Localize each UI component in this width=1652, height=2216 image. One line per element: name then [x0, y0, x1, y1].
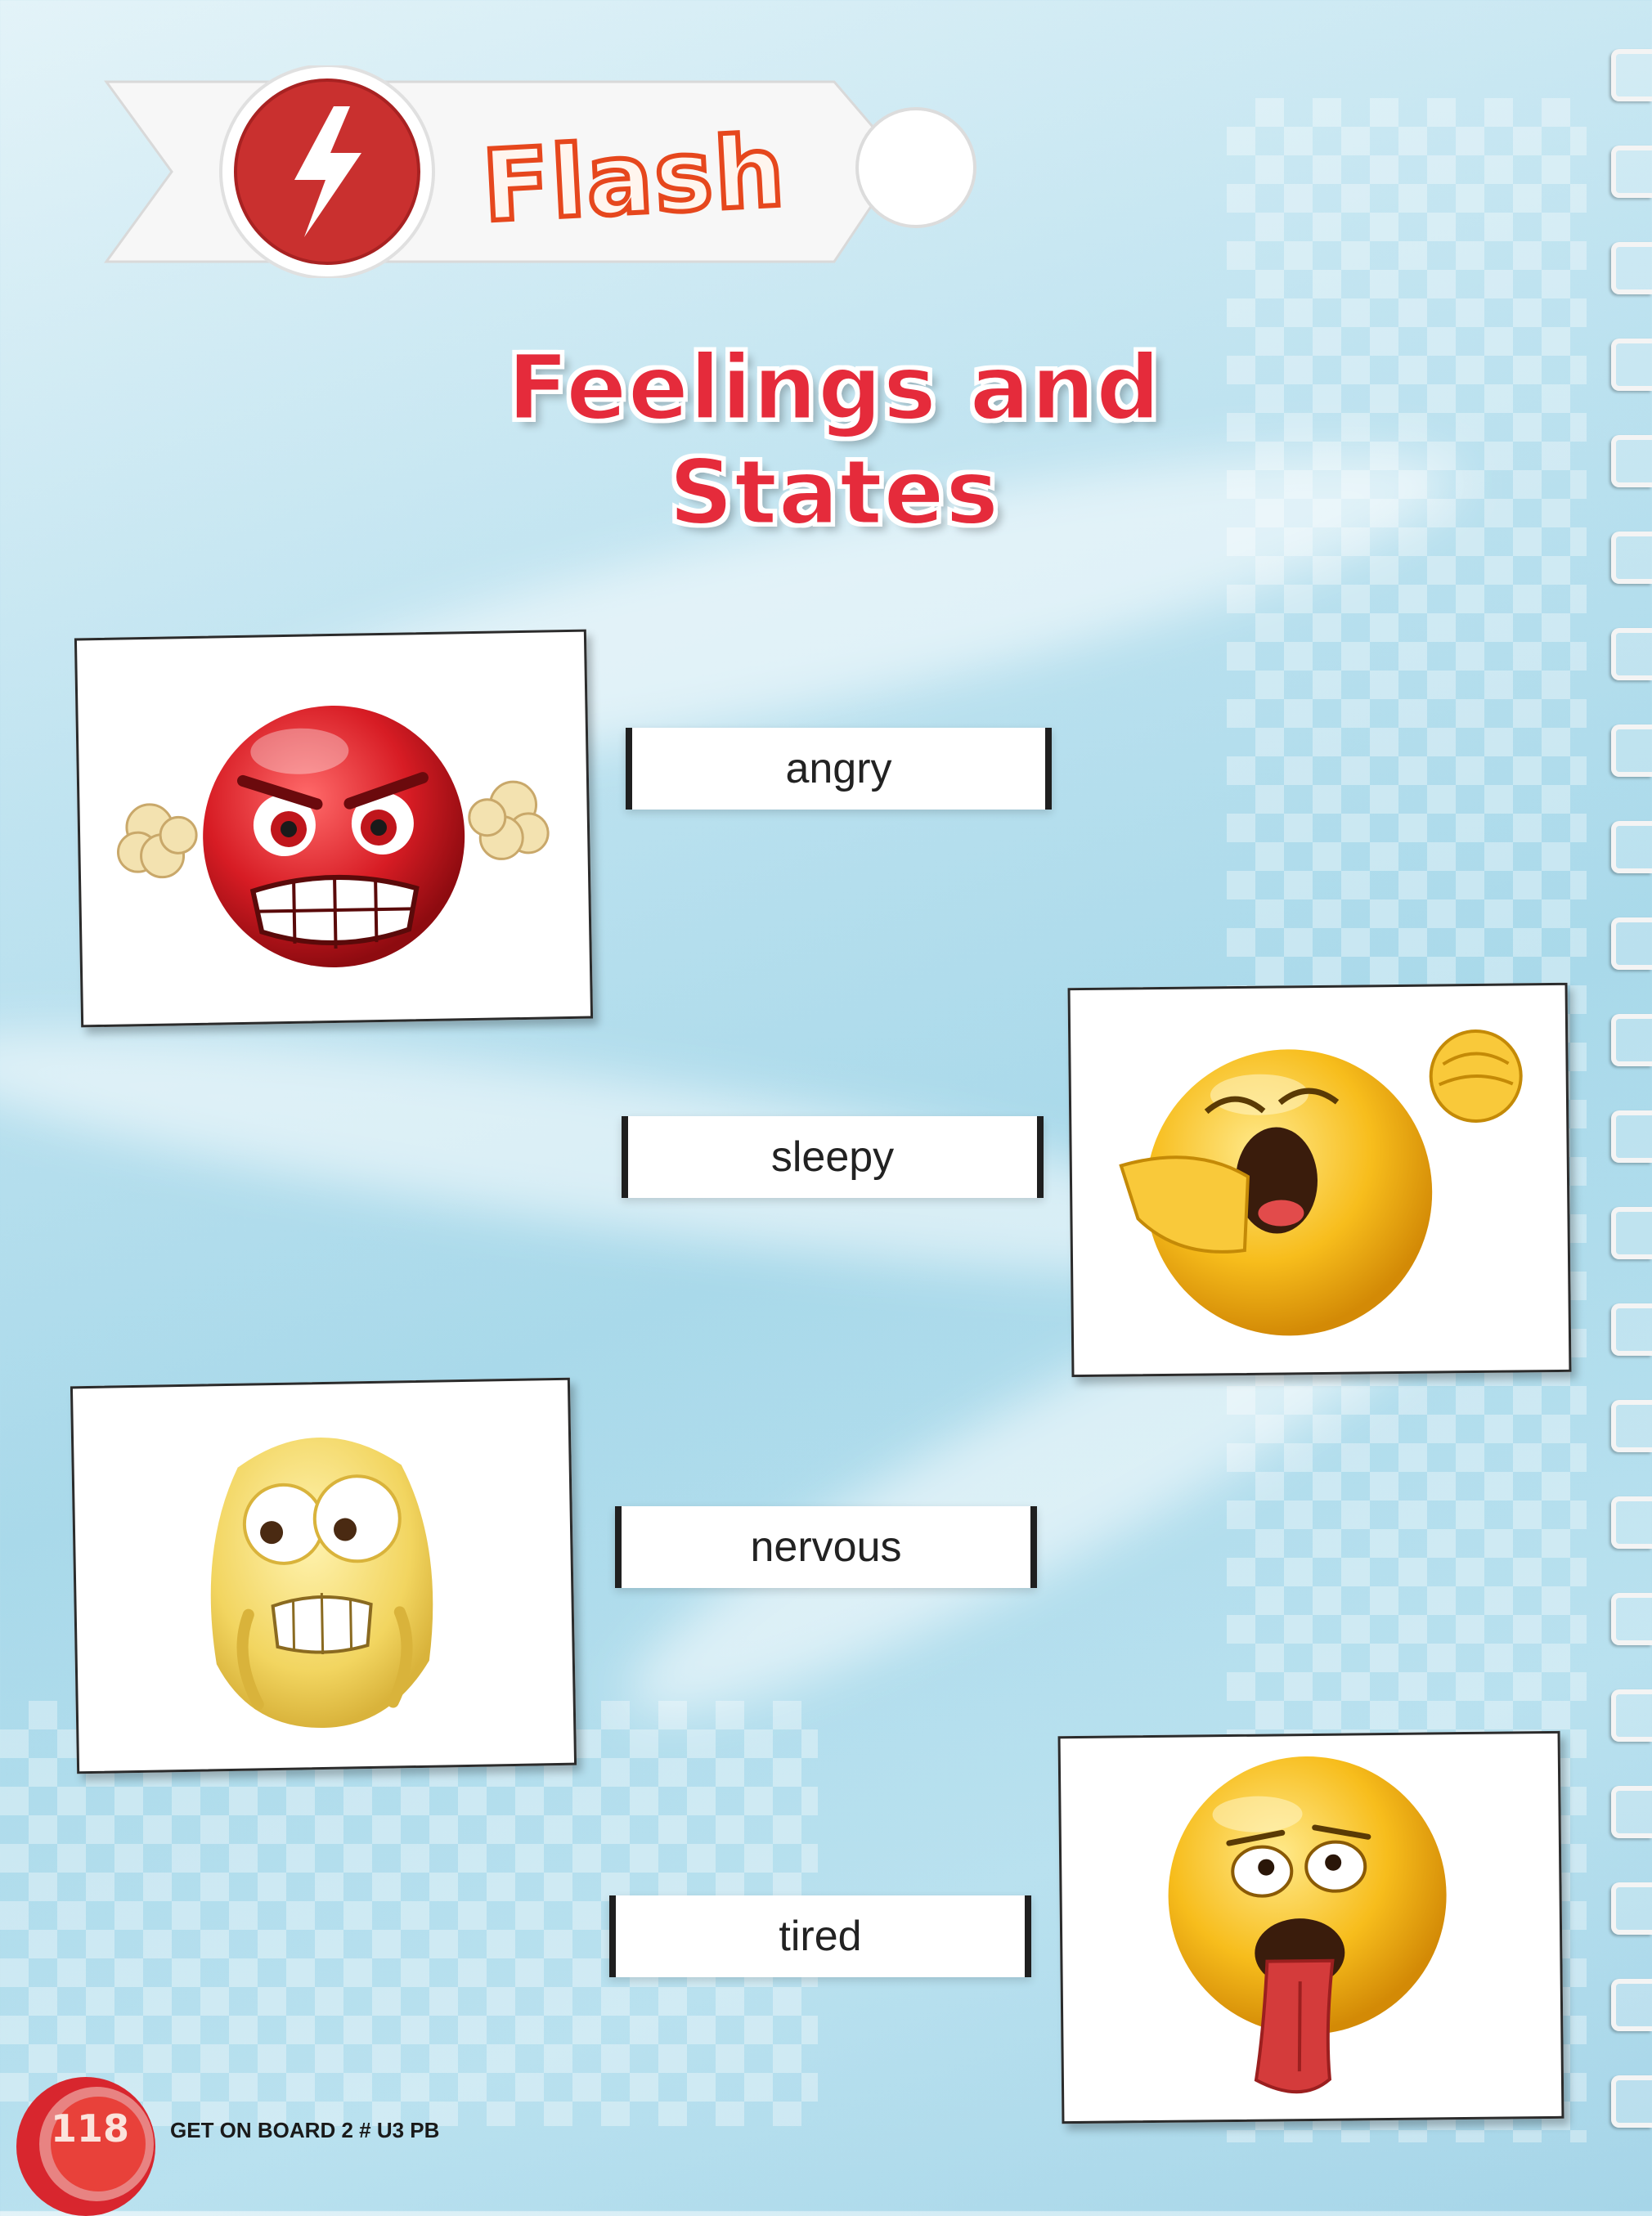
binding-ring: [1611, 1303, 1652, 1356]
binding-ring: [1611, 917, 1652, 970]
lightning-bolt-icon: [294, 106, 361, 237]
binding-ring: [1611, 628, 1652, 680]
binding-ring: [1611, 1786, 1652, 1838]
spiral-binding: [1603, 49, 1652, 2208]
flash-banner: Flash: [98, 65, 998, 278]
word-label-angry: angry: [626, 728, 1052, 810]
section-label: Flash: [478, 112, 792, 246]
binding-ring: [1611, 821, 1652, 873]
tired-card: [1057, 1730, 1564, 2124]
binding-ring: [1611, 1496, 1652, 1549]
binding-ring: [1611, 532, 1652, 584]
word-text: sleepy: [770, 1133, 895, 1181]
binding-ring: [1611, 1689, 1652, 1742]
word-label-sleepy: sleepy: [622, 1116, 1044, 1198]
page-number: 118: [50, 2106, 130, 2151]
binding-ring: [1611, 724, 1652, 777]
binding-ring: [1611, 1014, 1652, 1066]
binding-ring: [1611, 1979, 1652, 2031]
binding-ring: [1611, 242, 1652, 294]
binding-ring: [1611, 146, 1652, 198]
angry-card: [74, 629, 594, 1028]
word-label-tired: tired: [609, 1895, 1031, 1977]
book-reference: GET ON BOARD 2 # U3 PB: [170, 2118, 440, 2142]
binding-ring: [1611, 1110, 1652, 1163]
binding-ring: [1611, 1207, 1652, 1259]
binding-ring: [1611, 1400, 1652, 1452]
word-text: nervous: [750, 1523, 902, 1571]
binding-ring: [1611, 2075, 1652, 2128]
nervous-card: [70, 1377, 577, 1774]
sleepy-card: [1067, 982, 1572, 1378]
word-text: angry: [785, 745, 892, 792]
exhausted-face-icon: [1168, 1756, 1447, 2094]
page-title: Feelings and States: [506, 334, 1161, 546]
binding-ring: [1611, 435, 1652, 487]
word-text: tired: [779, 1913, 862, 1960]
nervous-face-icon: [210, 1438, 433, 1729]
binding-ring: [1611, 1593, 1652, 1645]
binding-ring: [1611, 1882, 1652, 1935]
word-label-nervous: nervous: [615, 1506, 1037, 1588]
binding-ring: [1611, 339, 1652, 391]
angry-face-icon: [116, 705, 550, 967]
binding-ring: [1611, 49, 1652, 101]
yawning-face-icon: [1119, 1029, 1523, 1336]
